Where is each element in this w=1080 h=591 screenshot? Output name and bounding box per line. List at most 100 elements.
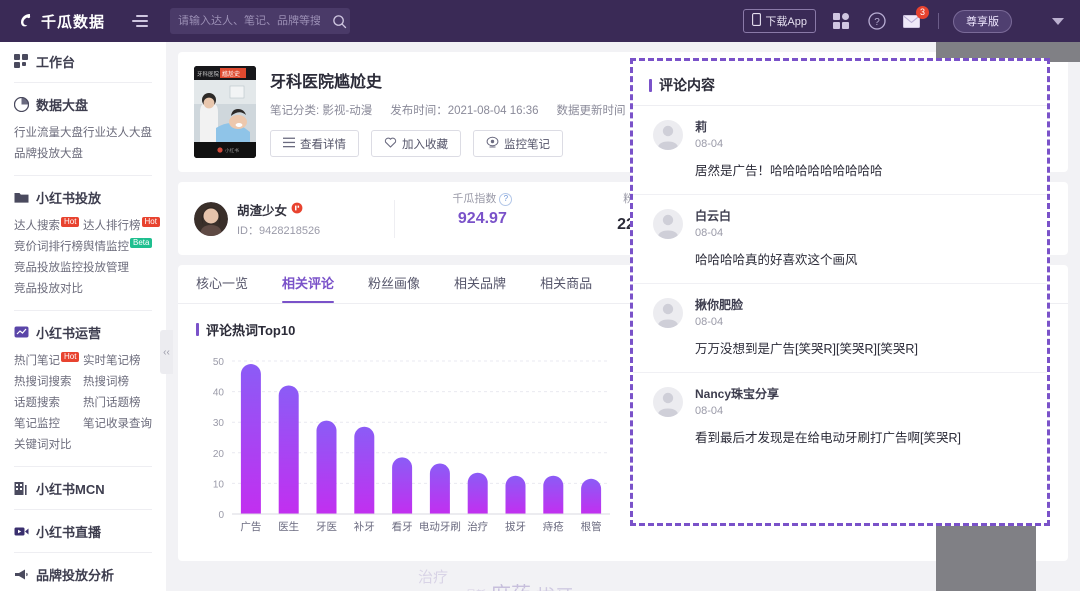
- svg-text:10: 10: [213, 479, 225, 490]
- sidebar-divider: [14, 466, 152, 467]
- sidebar-label: 小红书投放: [36, 190, 102, 206]
- sidebar-link[interactable]: 热搜词榜: [83, 372, 152, 393]
- sidebar-link[interactable]: 竞价词排行榜: [14, 237, 83, 258]
- sidebar-divider: [14, 509, 152, 510]
- pie-chart-icon: [13, 96, 30, 112]
- svg-text:电动牙刷: 电动牙刷: [419, 520, 461, 533]
- sidebar-collapse-handle[interactable]: ‹‹: [160, 330, 173, 374]
- sidebar-label: 小红书直播: [36, 524, 102, 540]
- vip-button[interactable]: 尊享版: [953, 9, 1012, 33]
- sidebar-label: 小红书MCN: [36, 481, 105, 497]
- sidebar-item-live[interactable]: 小红书直播: [14, 512, 152, 550]
- author-id: ID：9428218526: [237, 224, 321, 237]
- comment-date: 08-04: [695, 227, 724, 239]
- sidebar-link[interactable]: 达人搜索 Hot: [14, 216, 83, 237]
- add-favorite-button[interactable]: 加入收藏: [371, 130, 461, 157]
- hot-tag: Hot: [61, 352, 80, 362]
- tab-core-overview[interactable]: 核心一览: [196, 265, 248, 303]
- word-cloud-item[interactable]: 拔牙: [536, 582, 574, 591]
- monitor-eye-icon: [486, 136, 499, 151]
- mail-envelope-icon[interactable]: 3: [902, 6, 929, 32]
- user-placeholder-icon: [653, 387, 683, 417]
- sidebar-link[interactable]: 投放管理: [83, 258, 152, 279]
- comment-text: 看到最后才发现是在给电动牙刷打广告啊[笑哭R]: [695, 431, 961, 445]
- svg-text:0: 0: [218, 510, 224, 521]
- sidebar-item-delivery[interactable]: 小红书投放: [14, 178, 152, 216]
- sidebar-item-brand-analysis[interactable]: 品牌投放分析: [14, 555, 152, 591]
- search-box[interactable]: [170, 8, 350, 34]
- tab-fan-portrait[interactable]: 粉丝画像: [368, 265, 420, 303]
- comments-title-label: 评论内容: [659, 77, 715, 93]
- sidebar-link[interactable]: 实时笔记榜: [83, 351, 152, 372]
- comment-author: 白云白: [695, 209, 732, 223]
- brand[interactable]: 千瓜数据: [0, 11, 118, 32]
- comment-body: 白云白 08-04 哈哈哈哈真的好喜欢这个画风: [695, 209, 1029, 269]
- sidebar-link[interactable]: 热门话题榜: [83, 393, 152, 414]
- download-app-button[interactable]: 下载App: [743, 9, 816, 33]
- sidebar-link[interactable]: 话题搜索: [14, 393, 83, 414]
- comment-date: 08-04: [695, 316, 724, 328]
- comment-body: 揪你肥脸 08-04 万万没想到是广告[笑哭R][笑哭R][笑哭R]: [695, 298, 1029, 358]
- sidebar-label: 小红书运营: [36, 325, 102, 341]
- sidebar: 工作台 数据大盘 行业流量大盘 行业达人大盘 品牌投放大盘 小红书投放 达人搜索…: [0, 42, 166, 591]
- sidebar-link[interactable]: 品牌投放大盘: [14, 144, 83, 165]
- chevron-left-icon: ‹‹: [163, 346, 170, 358]
- svg-text:根管: 根管: [581, 520, 602, 533]
- word-cloud-item[interactable]: 治疗: [418, 566, 448, 587]
- sidebar-label: 工作台: [36, 54, 76, 70]
- sidebar-item-workbench[interactable]: 工作台: [14, 42, 152, 80]
- sidebar-link[interactable]: 达人排行榜 Hot: [83, 216, 160, 237]
- user-placeholder-icon: [653, 209, 683, 239]
- chevron-down-icon[interactable]: [1052, 17, 1064, 25]
- building-icon: [14, 481, 29, 496]
- tab-related-products[interactable]: 相关商品: [540, 265, 592, 303]
- sidebar-group-operations: 小红书运营 热门笔记 Hot 实时笔记榜 热搜词搜索 热搜词榜 话题搜索 热门话题…: [0, 313, 166, 464]
- menu-collapse-icon[interactable]: [128, 8, 154, 34]
- sidebar-link[interactable]: 舆情监控 Beta: [83, 237, 153, 258]
- svg-text:补牙: 补牙: [354, 520, 375, 533]
- comment-item: 揪你肥脸 08-04 万万没想到是广告[笑哭R][笑哭R][笑哭R]: [633, 284, 1047, 373]
- sidebar-link[interactable]: 热搜词搜索: [14, 372, 83, 393]
- folder-icon: [14, 190, 29, 205]
- tab-related-brands[interactable]: 相关品牌: [454, 265, 506, 303]
- sidebar-link[interactable]: 关键词对比: [14, 435, 83, 456]
- word-cloud-item[interactable]: 最新: [466, 586, 486, 591]
- note-category: 笔记分类: 影视-动漫: [270, 105, 373, 117]
- search-icon[interactable]: [328, 8, 350, 34]
- svg-text:广告: 广告: [240, 520, 261, 533]
- sidebar-item-operations[interactable]: 小红书运营: [14, 313, 152, 351]
- tab-related-comments[interactable]: 相关评论: [282, 265, 335, 303]
- search-input[interactable]: [170, 15, 328, 27]
- view-detail-button[interactable]: 查看详情: [270, 130, 359, 157]
- svg-text:拔牙: 拔牙: [505, 520, 526, 533]
- sidebar-link[interactable]: 热门笔记 Hot: [14, 351, 83, 372]
- chart-board-icon: [14, 325, 29, 340]
- sidebar-link[interactable]: 行业流量大盘: [14, 123, 83, 144]
- sidebar-item-data-board[interactable]: 数据大盘: [13, 85, 152, 123]
- svg-text:30: 30: [213, 418, 225, 429]
- user-placeholder-icon: [653, 120, 683, 150]
- monitor-note-label: 监控笔记: [504, 138, 550, 151]
- sidebar-link-label: 热门笔记: [14, 355, 60, 367]
- sidebar-link[interactable]: 笔记监控: [14, 414, 83, 435]
- sidebar-link[interactable]: 竞品投放对比: [14, 279, 83, 300]
- word-cloud-item[interactable]: 麻药: [491, 578, 531, 591]
- sidebar-link[interactable]: 行业达人大盘: [83, 123, 152, 144]
- sidebar-link[interactable]: 笔记收录查询: [83, 414, 152, 435]
- question-circle-icon[interactable]: ?: [866, 10, 888, 32]
- sidebar-group-brand-analysis: 品牌投放分析: [0, 555, 166, 591]
- note-thumbnail[interactable]: 牙科医院 尴尬史 小红书: [194, 66, 256, 158]
- sidebar-item-mcn[interactable]: 小红书MCN: [14, 469, 152, 507]
- sidebar-link[interactable]: 竞品投放监控: [14, 258, 83, 279]
- sidebar-link-label: 达人排行榜: [83, 220, 141, 232]
- author-block[interactable]: 胡渣少女 ID：9428218526: [194, 200, 394, 238]
- svg-text:牙科医院: 牙科医院: [197, 70, 220, 78]
- question-circle-icon[interactable]: ?: [499, 193, 513, 206]
- sidebar-link-label: 舆情监控: [83, 241, 129, 253]
- apps-grid-icon[interactable]: [830, 10, 852, 32]
- monitor-note-button[interactable]: 监控笔记: [473, 130, 563, 157]
- svg-text:医生: 医生: [278, 520, 299, 533]
- sidebar-divider: [14, 310, 152, 311]
- comment-author: 莉: [695, 120, 708, 134]
- svg-text:40: 40: [213, 388, 225, 399]
